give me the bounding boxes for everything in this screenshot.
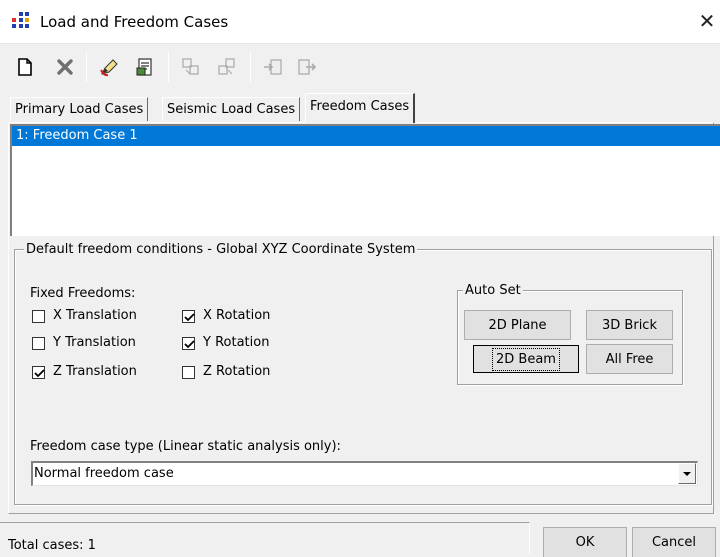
z-rotation-checkbox[interactable]: [182, 366, 195, 379]
dropdown-arrow-button[interactable]: [678, 463, 696, 484]
2d-beam-button[interactable]: 2D Beam: [473, 345, 579, 373]
2d-plane-button[interactable]: 2D Plane: [464, 310, 571, 340]
auto-set-title: Auto Set: [463, 283, 523, 299]
import-icon: [260, 52, 286, 82]
tab-freedom-cases[interactable]: Freedom Cases: [305, 93, 416, 123]
checkmark-icon: [34, 369, 45, 378]
window-title: Load and Freedom Cases: [40, 13, 229, 31]
z-translation-checkbox[interactable]: [32, 366, 45, 379]
y-translation-checkbox[interactable]: [32, 337, 45, 350]
checkmark-icon: [184, 340, 195, 349]
delete-icon[interactable]: [52, 52, 78, 82]
freedom-case-type-label: Freedom case type (Linear static analysi…: [30, 439, 341, 454]
tab-primary-load-cases[interactable]: Primary Load Cases: [10, 97, 149, 121]
paste-icon: [214, 52, 240, 82]
copy-icon: [178, 52, 204, 82]
all-free-button[interactable]: All Free: [586, 344, 673, 374]
ok-button[interactable]: OK: [543, 527, 627, 557]
y-rotation-checkbox[interactable]: [182, 337, 195, 350]
x-rotation-label: X Rotation: [203, 308, 271, 323]
z-translation-label: Z Translation: [53, 364, 137, 379]
freedom-case-type-value: Normal freedom case: [34, 466, 174, 481]
new-icon[interactable]: [12, 52, 38, 82]
checkmark-icon: [184, 313, 195, 322]
z-rotation-label: Z Rotation: [203, 364, 271, 379]
3d-brick-button[interactable]: 3D Brick: [586, 310, 673, 340]
edit-pen-icon[interactable]: [96, 52, 122, 82]
y-translation-label: Y Translation: [53, 335, 136, 350]
default-freedom-group-title: Default freedom conditions - Global XYZ …: [24, 242, 418, 258]
chevron-down-icon: [683, 472, 691, 476]
tab-seismic-load-cases[interactable]: Seismic Load Cases: [162, 97, 301, 121]
x-rotation-checkbox[interactable]: [182, 310, 195, 323]
fixed-freedoms-label: Fixed Freedoms:: [30, 286, 136, 301]
export-icon: [294, 52, 320, 82]
cancel-button[interactable]: Cancel: [632, 527, 716, 557]
close-button[interactable]: ✕: [696, 10, 718, 32]
properties-icon[interactable]: [132, 52, 158, 82]
app-icon: [12, 12, 30, 30]
x-translation-checkbox[interactable]: [32, 310, 45, 323]
y-rotation-label: Y Rotation: [203, 335, 270, 350]
total-cases-text: Total cases: 1: [8, 538, 96, 553]
x-translation-label: X Translation: [53, 308, 137, 323]
list-item-selected[interactable]: 1: Freedom Case 1: [12, 126, 720, 146]
